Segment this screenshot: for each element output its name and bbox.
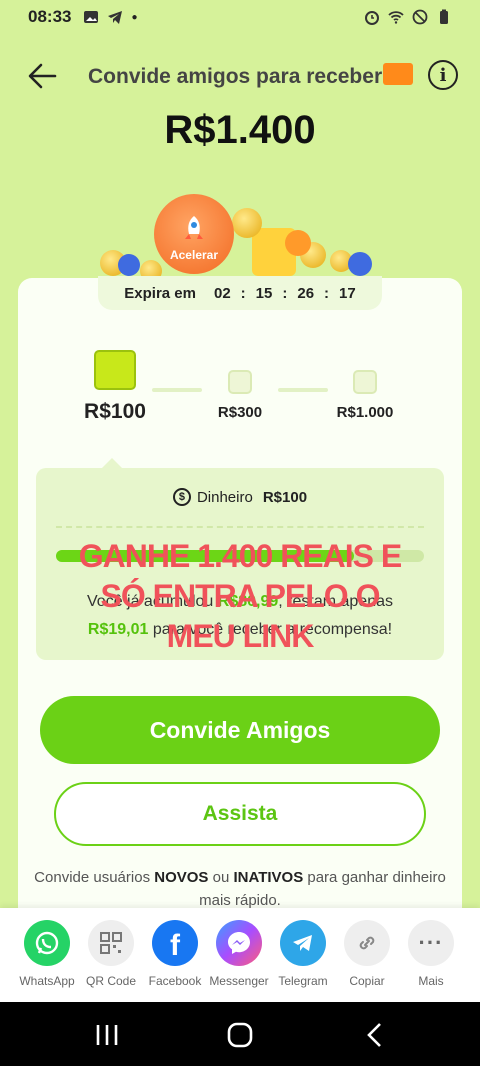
telegram-status-icon [108, 11, 123, 24]
home-button[interactable] [225, 1020, 255, 1050]
link-icon [344, 920, 390, 966]
recents-button[interactable] [92, 1020, 122, 1050]
wifi-icon [388, 11, 404, 24]
step-label: R$1.000 [336, 404, 394, 421]
accelerate-label: Acelerar [169, 248, 219, 262]
status-time: 08:33 [28, 7, 72, 26]
dnd-icon [412, 9, 428, 25]
gallery-icon [84, 11, 99, 23]
gift-box-icon [94, 350, 136, 390]
ticket-icon[interactable] [383, 63, 413, 85]
flower-decoration [348, 252, 372, 276]
info-icon: i [439, 64, 447, 86]
share-label: WhatsApp [19, 974, 75, 988]
share-more[interactable]: ··· Mais [399, 920, 463, 988]
step-300[interactable]: R$300 [200, 370, 280, 421]
telegram-icon [280, 920, 326, 966]
share-label: Messenger [209, 974, 269, 988]
hint-mid: ou [212, 869, 230, 886]
watch-button[interactable]: Assista [54, 782, 426, 846]
countdown-separator: : [240, 284, 246, 302]
hint-pre: Convide usuários [34, 869, 151, 886]
step-1000[interactable]: R$1.000 [325, 370, 405, 421]
countdown-separator: : [324, 284, 330, 302]
hint-inactive: INATIVOS [233, 869, 304, 886]
status-bar: 08:33 ● [0, 0, 480, 34]
more-icon: ··· [408, 920, 454, 966]
banner: Acelerar [0, 190, 480, 290]
reward-steps: R$100 R$300 R$1.000 [40, 350, 440, 450]
share-sheet: WhatsApp QR Code f Facebook Messenger Te… [0, 908, 480, 1002]
share-telegram[interactable]: Telegram [271, 920, 335, 988]
overlay-line-3: MEU LINK [166, 618, 315, 654]
alarm-icon [365, 11, 379, 25]
cash-row: $ Dinheiro R$100 [36, 488, 444, 506]
cash-value: R$100 [262, 488, 308, 506]
share-label: Copiar [349, 974, 385, 988]
back-nav-button[interactable] [360, 1020, 390, 1050]
facebook-icon: f [152, 920, 198, 966]
rocket-icon [185, 216, 203, 239]
step-label: R$300 [217, 404, 263, 421]
flower-decoration [285, 230, 311, 256]
messenger-icon [216, 920, 262, 966]
step-label: R$100 [84, 400, 146, 423]
share-label: Mais [418, 974, 444, 988]
back-button[interactable] [22, 56, 62, 96]
top-bar: Convide amigos para receber i [0, 50, 480, 100]
countdown-minutes: 15 [255, 284, 273, 302]
step-100[interactable]: R$100 [70, 350, 160, 424]
flower-decoration [118, 254, 140, 276]
share-qr-code[interactable]: QR Code [79, 920, 143, 988]
arrow-left-icon [28, 63, 57, 89]
step-connector [152, 388, 202, 392]
battery-icon [440, 9, 448, 24]
share-label: Telegram [278, 974, 328, 988]
recents-icon [96, 1025, 118, 1045]
overlay-line-1: GANHE 1.400 REAIS E [78, 538, 402, 574]
share-copy[interactable]: Copiar [335, 920, 399, 988]
share-label: Facebook [148, 974, 202, 988]
share-messenger[interactable]: Messenger [207, 920, 271, 988]
page-title: Convide amigos para receber [88, 65, 383, 88]
countdown-seconds: 26 [297, 284, 315, 302]
share-whatsapp[interactable]: WhatsApp [15, 920, 79, 988]
step-connector [278, 388, 328, 392]
countdown-label: Expira em [124, 284, 196, 302]
overlay-caption: GANHE 1.400 REAIS E SÓ ENTRA PELO O MEU … [40, 536, 440, 656]
reward-amount: R$1.400 [164, 108, 316, 152]
gift-box-icon [228, 370, 252, 394]
panel-pointer [102, 458, 122, 468]
home-icon [227, 1022, 253, 1048]
info-button[interactable]: i [428, 60, 458, 90]
countdown-hours: 02 [213, 284, 231, 302]
invite-hint: Convide usuários NOVOS ou INATIVOS para … [30, 866, 450, 912]
coin-decoration [232, 208, 262, 238]
countdown: Expira em 02: 15: 26: 17 [98, 276, 382, 310]
dot-icon: ● [131, 11, 138, 23]
share-facebook[interactable]: f Facebook [143, 920, 207, 988]
gift-box-icon [353, 370, 377, 394]
invite-friends-button[interactable]: Convide Amigos [40, 696, 440, 764]
dollar-icon: $ [172, 488, 191, 506]
system-nav-bar [0, 1002, 480, 1066]
countdown-separator: : [282, 284, 288, 302]
cash-label: Dinheiro [196, 488, 253, 506]
accelerate-button[interactable]: Acelerar [154, 194, 234, 274]
overlay-line-2: SÓ ENTRA PELO O [100, 578, 381, 614]
countdown-centis: 17 [339, 284, 356, 302]
share-label: QR Code [85, 974, 137, 988]
whatsapp-icon [24, 920, 70, 966]
qr-code-icon [88, 920, 134, 966]
hint-new: NOVOS [154, 869, 209, 886]
dashed-divider [56, 526, 424, 528]
chevron-left-icon [367, 1023, 381, 1047]
